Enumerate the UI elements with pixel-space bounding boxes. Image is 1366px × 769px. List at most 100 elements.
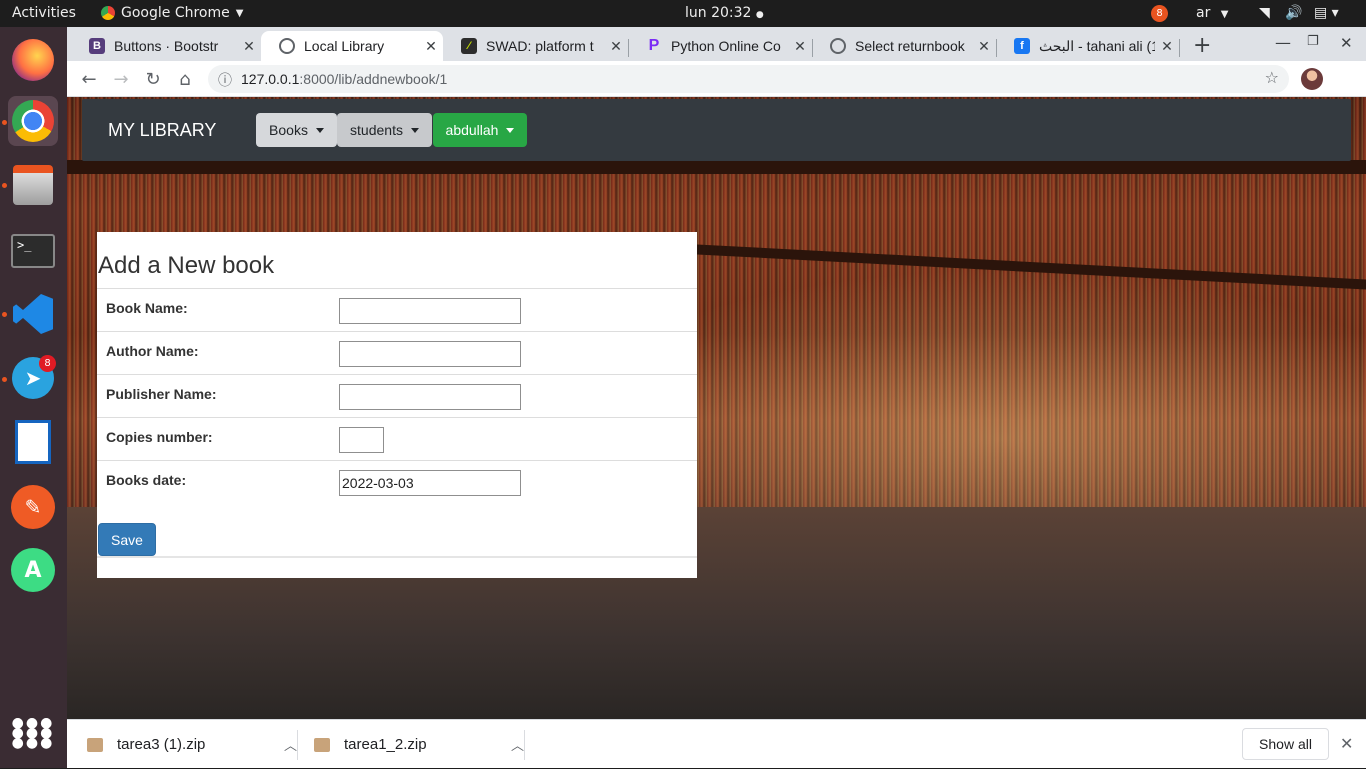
forward-button[interactable]: → xyxy=(109,67,133,91)
postman-launcher[interactable]: ✎ xyxy=(8,482,58,532)
profile-avatar[interactable] xyxy=(1301,68,1323,90)
info-icon[interactable]: ⓘ xyxy=(218,70,232,90)
tab-title: البحث - tahani ali (1) xyxy=(1039,37,1155,54)
keyboard-layout-menu[interactable]: ar ▼ xyxy=(1196,5,1229,21)
running-indicator xyxy=(2,377,7,382)
tab[interactable]: P Python Online Co ✕ xyxy=(628,31,812,61)
clock[interactable]: lun 20:32 ● xyxy=(685,5,764,21)
restore-button[interactable]: ❐ xyxy=(1307,34,1319,49)
close-icon[interactable]: ✕ xyxy=(972,38,996,55)
reload-button[interactable]: ↻ xyxy=(141,67,165,91)
chrome-launcher[interactable] xyxy=(8,96,58,146)
back-button[interactable]: ← xyxy=(77,67,101,91)
running-indicator xyxy=(2,120,7,125)
app-grid-icon: ●●● ●●● ●●● xyxy=(11,715,55,751)
publisher-name-label: Publisher Name: xyxy=(106,386,217,402)
tab[interactable]: ⁄ SWAD: platform t ✕ xyxy=(443,31,628,61)
book-name-label: Book Name: xyxy=(106,300,188,316)
ubuntu-dock: >_ ➤ 8 ✎ A ●●● ●●● ●●● xyxy=(0,27,67,768)
books-date-label: Books date: xyxy=(106,472,187,488)
tab-title: Select returnbook xyxy=(855,38,965,54)
save-button[interactable]: Save xyxy=(98,523,156,556)
books-date-input[interactable] xyxy=(339,470,521,496)
books-dropdown-button[interactable]: Books xyxy=(256,113,337,147)
user-dropdown-button[interactable]: abdullah xyxy=(433,113,527,147)
files-launcher[interactable] xyxy=(8,160,58,210)
show-applications-button[interactable]: ●●● ●●● ●●● xyxy=(8,708,58,758)
page-viewport: MY LIBRARY Books students abdullah Add a… xyxy=(67,97,1366,719)
network-icon[interactable]: ◥ xyxy=(1259,5,1270,21)
close-download-shelf-icon[interactable]: ✕ xyxy=(1340,734,1353,754)
new-tab-button[interactable]: + xyxy=(1193,33,1211,58)
terminal-icon: >_ xyxy=(11,234,55,268)
form-divider xyxy=(97,556,697,558)
android-studio-icon: A xyxy=(11,548,55,592)
telegram-launcher[interactable]: ➤ 8 xyxy=(8,353,58,403)
tab-active[interactable]: Local Library ✕ xyxy=(261,31,443,61)
form-row-copies-number: Copies number: xyxy=(97,417,697,460)
address-bar[interactable]: ⓘ 127.0.0.1:8000/lib/addnewbook/1 ☆ xyxy=(208,65,1289,93)
activities-button[interactable]: Activities xyxy=(12,5,76,21)
chevron-down-icon: ▼ xyxy=(235,7,244,19)
close-icon[interactable]: ✕ xyxy=(604,38,628,55)
download-shelf: tarea3 (1).zip ︿ tarea1_2.zip ︿ Show all… xyxy=(67,719,1366,768)
volume-icon[interactable]: 🔊 xyxy=(1285,5,1302,21)
home-button[interactable]: ⌂ xyxy=(173,67,197,91)
zip-file-icon xyxy=(87,737,103,752)
navbar-brand[interactable]: MY LIBRARY xyxy=(108,120,216,141)
navbar: MY LIBRARY Books students abdullah xyxy=(82,99,1351,161)
publisher-name-input[interactable] xyxy=(339,384,521,410)
close-icon[interactable]: ✕ xyxy=(1155,38,1179,55)
tab[interactable]: B Buttons · Bootstr ✕ xyxy=(71,31,261,61)
close-icon[interactable]: ✕ xyxy=(419,38,443,55)
vscode-launcher[interactable] xyxy=(8,289,58,339)
python-online-favicon-icon: P xyxy=(648,37,660,54)
terminal-launcher[interactable]: >_ xyxy=(8,226,58,276)
postman-icon: ✎ xyxy=(11,485,55,529)
download-filename: tarea3 (1).zip xyxy=(117,736,206,753)
download-item[interactable]: tarea3 (1).zip ︿ xyxy=(87,720,297,769)
url-host: 127.0.0.1 xyxy=(241,71,300,87)
battery-icon[interactable]: ▤ ▾ xyxy=(1314,5,1339,21)
close-icon[interactable]: ✕ xyxy=(237,38,261,55)
tab[interactable]: f البحث - tahani ali (1) ✕ xyxy=(996,31,1179,61)
close-window-button[interactable]: ✕ xyxy=(1340,34,1353,52)
url-path: :8000/lib/addnewbook/1 xyxy=(299,71,448,87)
download-item[interactable]: tarea1_2.zip ︿ xyxy=(314,720,524,769)
android-studio-launcher[interactable]: A xyxy=(8,545,58,595)
facebook-favicon-icon: f xyxy=(1014,38,1030,54)
form-row-book-name: Book Name: xyxy=(97,288,697,331)
copies-number-input[interactable] xyxy=(339,427,384,453)
url-text: 127.0.0.1:8000/lib/addnewbook/1 xyxy=(241,71,447,87)
tab-title: Python Online Co xyxy=(671,38,781,54)
download-filename: tarea1_2.zip xyxy=(344,736,427,753)
chevron-up-icon[interactable]: ︿ xyxy=(284,735,297,754)
keyboard-layout-label: ar xyxy=(1196,5,1211,21)
book-name-input[interactable] xyxy=(339,298,521,324)
download-separator xyxy=(524,730,525,760)
form-row-books-date: Books date: xyxy=(97,460,697,503)
document-icon xyxy=(15,420,51,464)
caret-down-icon xyxy=(506,127,515,133)
form-row-publisher-name: Publisher Name: xyxy=(97,374,697,417)
bookmark-star-icon[interactable]: ☆ xyxy=(1265,68,1279,87)
author-name-input[interactable] xyxy=(339,341,521,367)
students-dropdown-button[interactable]: students xyxy=(337,113,432,147)
tab[interactable]: Select returnbook ✕ xyxy=(812,31,996,61)
minimize-button[interactable]: — xyxy=(1275,33,1291,52)
books-label: Books xyxy=(269,122,308,138)
globe-icon xyxy=(279,38,295,54)
close-icon[interactable]: ✕ xyxy=(788,38,812,55)
globe-icon xyxy=(830,38,846,54)
copies-number-label: Copies number: xyxy=(106,429,213,445)
show-all-button[interactable]: Show all xyxy=(1242,728,1329,760)
chrome-icon xyxy=(101,6,115,20)
notification-count-badge[interactable]: 8 xyxy=(1151,5,1168,22)
tab-title: Buttons · Bootstr xyxy=(114,38,219,54)
page-title: Add a New book xyxy=(98,252,275,279)
app-menu[interactable]: Google Chrome ▼ xyxy=(101,5,243,21)
form-row-author-name: Author Name: xyxy=(97,331,697,374)
writer-launcher[interactable] xyxy=(8,417,58,467)
chevron-up-icon[interactable]: ︿ xyxy=(511,735,524,754)
firefox-launcher[interactable] xyxy=(8,35,58,85)
